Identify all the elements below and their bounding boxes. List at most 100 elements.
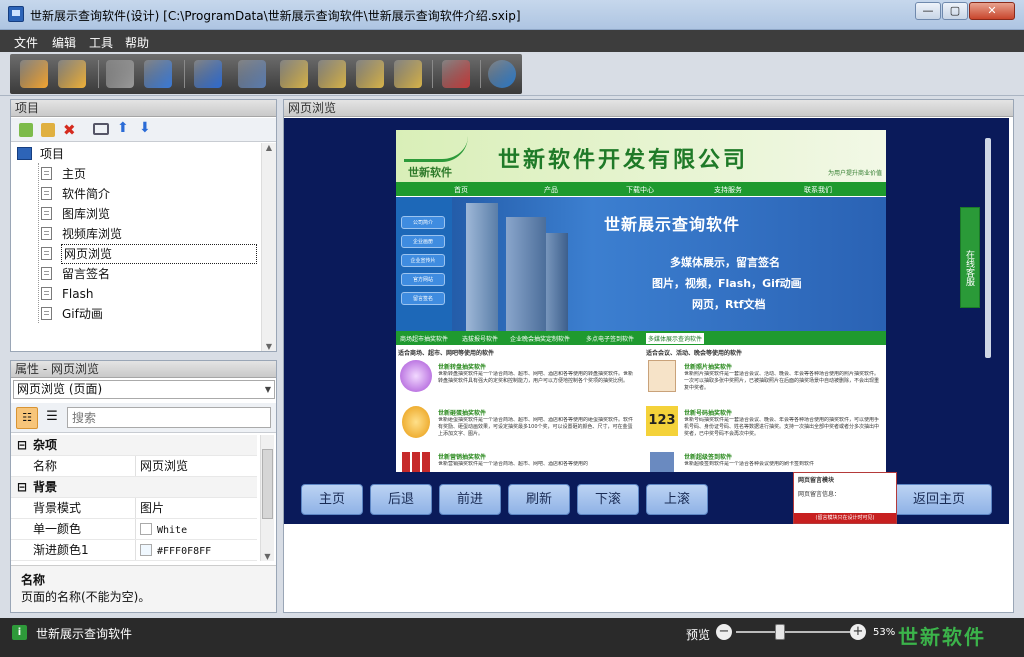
menu-tools[interactable]: 工具 [89,34,113,51]
webpage-forward-button[interactable]: 前进 [439,484,501,515]
product-title[interactable]: 世新转盘抽奖软件 [438,362,486,371]
tree-item-webpage[interactable]: 网页浏览 [41,244,257,264]
webpage-back-button[interactable]: 后退 [370,484,432,515]
delete-page-button[interactable] [238,60,266,88]
open-project-button[interactable] [58,60,86,88]
banner-side-button[interactable]: 公司简介 [401,216,445,229]
property-bg-mode-row[interactable]: 背景模式 图片 [11,498,257,519]
site-nav-download[interactable]: 下载中心 [626,185,654,195]
close-button[interactable]: ✕ [969,2,1015,20]
zoom-slider-track[interactable] [736,624,850,640]
product-title[interactable]: 世新号码抽奖软件 [684,408,732,417]
grid-image [402,452,430,472]
delete-icon[interactable]: ✖ [63,121,76,139]
webpage-scrollbar[interactable] [984,130,992,472]
site-nav-contact[interactable]: 联系我们 [804,185,832,195]
banner-side-button[interactable]: 企业宣传片 [401,254,445,267]
product-text: 世新转盘抽奖软件是一个适合商场、超市、网吧、酒店和各等使用的转盘抽奖软件。世新转… [438,371,634,384]
scroll-down-icon[interactable]: ▼ [261,552,274,561]
webpage-refresh-button[interactable]: 刷新 [508,484,570,515]
categorized-view-icon[interactable]: ☷ [16,407,38,429]
object-select[interactable]: 网页浏览 (页面) ▼ [13,380,275,399]
webpage-scroll-down-button[interactable]: 下滚 [577,484,639,515]
move-down-cube-button[interactable] [318,60,346,88]
minimize-button[interactable]: — [915,2,941,20]
property-scrollbar[interactable]: ▼ [260,435,274,561]
move-up-icon[interactable]: ⬆ [117,120,129,136]
product-tab[interactable]: 商场超市抽奖软件 [400,334,448,343]
webpage-scroll-up-button[interactable]: 上滚 [646,484,708,515]
add-folder-icon[interactable] [41,123,55,137]
collapse-icon[interactable]: ⊟ [17,477,27,497]
building-graphic [466,203,498,331]
tree-item-video[interactable]: 视频库浏览 [41,225,122,243]
menu-file[interactable]: 文件 [14,34,38,51]
site-nav-products[interactable]: 产品 [544,185,558,195]
banner-title: 世新展示查询软件 [604,215,741,234]
scroll-thumb[interactable] [985,138,991,358]
new-project-button[interactable] [20,60,48,88]
add-page-button[interactable] [194,60,222,88]
property-name-row[interactable]: 名称 网页浏览 [11,456,257,477]
search-input[interactable] [67,407,271,428]
cart-icon[interactable] [442,60,470,88]
product-tab[interactable]: 选拔报号软件 [462,334,498,343]
add-item-icon[interactable] [19,123,33,137]
banner-side-button[interactable]: 留言签名 [401,292,445,305]
tree-item-flash[interactable]: Flash [41,285,93,303]
zoom-out-icon[interactable]: − [716,624,732,640]
scroll-up-icon[interactable]: ▲ [262,143,276,152]
move-bottom-cube-button[interactable] [394,60,422,88]
product-title[interactable]: 世新超级签到软件 [684,452,732,461]
site-nav-home[interactable]: 首页 [454,185,468,195]
product-tab-active[interactable]: 多媒体展示查询软件 [646,333,705,344]
property-solid-color-row[interactable]: 单一颜色 White [11,519,257,540]
property-gradient-row[interactable]: 渐进颜色1 #FFF0F8FF [11,540,257,561]
project-panel: 项目 ✖ ⬆ ⬇ 项目 主页 软件简介 图库浏览 视频库浏览 网页浏览 留言签名… [10,99,277,352]
page-icon [41,187,52,200]
return-home-button[interactable]: 返回主页 [886,484,992,515]
product-title[interactable]: 世新营销抽奖软件 [438,452,486,461]
properties-panel: 属性 - 网页浏览 网页浏览 (页面) ▼ ☷ ☰ ⊟杂项 名称网页浏览 ⊟背景… [10,360,277,613]
collapse-icon[interactable]: ⊟ [17,435,27,455]
move-down-icon[interactable]: ⬇ [139,120,151,136]
online-service-float[interactable]: 在线客服 [960,207,980,308]
globe-icon[interactable] [488,60,516,88]
product-title[interactable]: 世新砸蛋抽奖软件 [438,408,486,417]
tree-item-gallery[interactable]: 图库浏览 [41,205,110,223]
save-button[interactable] [106,60,134,88]
category-background[interactable]: ⊟ 背景 [11,477,257,498]
zoom-slider-thumb[interactable] [775,624,786,640]
webpage-home-button[interactable]: 主页 [301,484,363,515]
column-heading-right: 适合会议、活动、晚会等使用的软件 [646,350,743,357]
maximize-button[interactable]: ▢ [942,2,968,20]
tree-item-guestbook[interactable]: 留言签名 [41,265,110,283]
status-text: 世新展示查询软件 [36,627,133,641]
site-nav-support[interactable]: 支持服务 [714,185,742,195]
banner-side-button[interactable]: 企业画册 [401,235,445,248]
product-tab[interactable]: 多点电子签到软件 [586,334,634,343]
embedded-webpage[interactable]: 世新软件 世新软件开发有限公司 为用户提升商业价值 首页 产品 下载中心 支持服… [396,130,886,472]
scroll-down-icon[interactable]: ▼ [262,342,276,351]
property-grid: ⊟ 杂项 名称 网页浏览 ⊟ 背景 背景模式 图片 单一颜色 White 渐进颜色1 #FF… [11,435,259,561]
zoom-in-icon[interactable]: + [850,624,866,640]
product-title[interactable]: 世新照片抽奖软件 [684,362,732,371]
tree-root[interactable]: 项目 [17,145,64,163]
toolbar-separator [480,60,481,88]
preview-button[interactable] [144,60,172,88]
move-top-cube-button[interactable] [356,60,384,88]
menu-edit[interactable]: 编辑 [52,34,76,51]
banner-side-button[interactable]: 官方网站 [401,273,445,286]
rename-icon[interactable] [93,123,109,135]
tree-item-intro[interactable]: 软件简介 [41,185,110,203]
tree-item-gif[interactable]: Gif动画 [41,305,103,323]
product-tab[interactable]: 企业晚会抽奖定制软件 [510,334,570,343]
tree-scrollbar[interactable]: ▲ ▼ [261,143,276,351]
alphabetical-view-icon[interactable]: ☰ [41,407,63,429]
category-misc[interactable]: ⊟ 杂项 [11,435,257,456]
scroll-thumb[interactable] [262,449,273,519]
move-up-cube-button[interactable] [280,60,308,88]
menu-help[interactable]: 帮助 [125,34,149,51]
menu-bar: 文件 编辑 工具 帮助 [0,30,1024,52]
tree-item-home[interactable]: 主页 [41,165,86,183]
